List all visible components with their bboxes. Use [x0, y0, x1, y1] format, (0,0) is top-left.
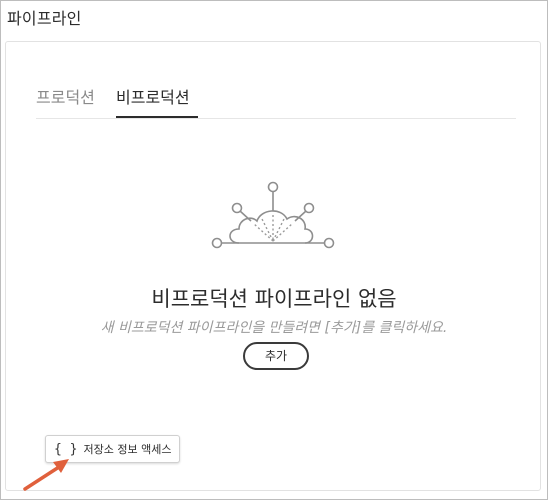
cloud-network-icon [211, 181, 335, 249]
pipelines-panel: 파이프라인 프로덕션 비프로덕션 비프로덕션 파이프라인 없음 새 비프로덕션 … [0, 0, 548, 500]
tab-bar: 프로덕션 비프로덕션 [36, 86, 516, 119]
repository-info-access-label: 저장소 정보 액세스 [83, 443, 172, 456]
tab-production[interactable]: 프로덕션 [36, 86, 95, 116]
red-arrow-icon [23, 459, 69, 491]
tab-non-production[interactable]: 비프로덕션 [116, 86, 198, 118]
pipelines-card: 프로덕션 비프로덕션 [5, 41, 541, 491]
active-tab-underline [116, 116, 198, 118]
empty-state-title: 비프로덕션 파이프라인 없음 [151, 287, 397, 311]
tab-non-production-label: 비프로덕션 [116, 88, 190, 107]
empty-state-description: 새 비프로덕션 파이프라인을 만들려면 [추가]를 클릭하세요. [100, 320, 448, 336]
page-title: 파이프라인 [7, 9, 82, 28]
add-button[interactable]: 추가 [243, 342, 309, 370]
